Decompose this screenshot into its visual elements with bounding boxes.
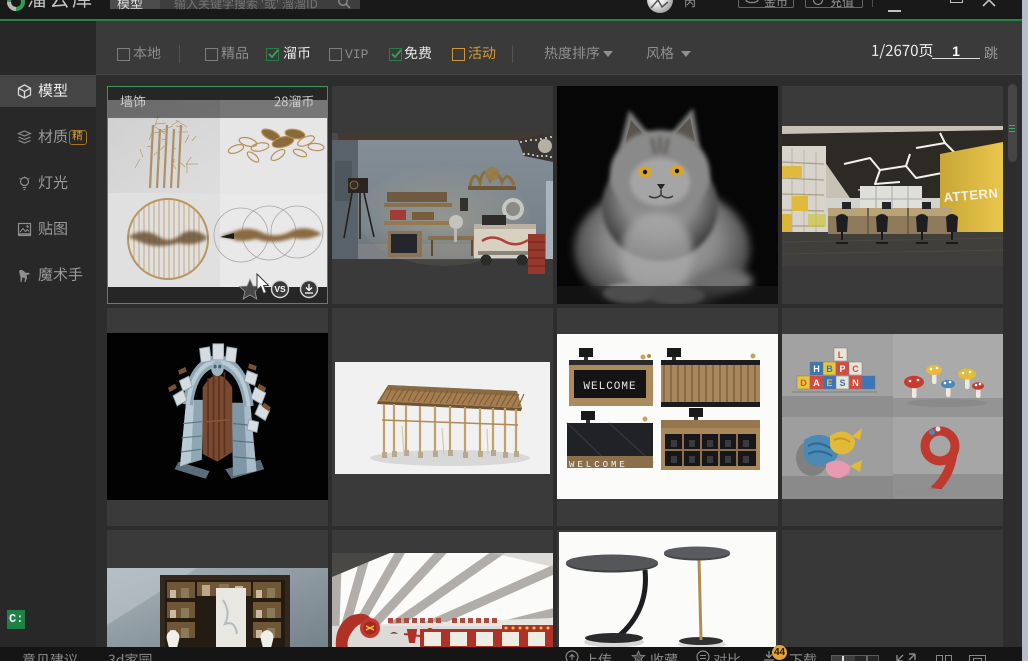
svg-text:WELCOME: WELCOME	[583, 381, 636, 393]
svg-text:WELCOME: WELCOME	[569, 460, 628, 470]
svg-text:B: B	[826, 364, 833, 374]
svg-text:C: C	[852, 364, 859, 374]
svg-text:E: E	[826, 378, 832, 388]
svg-text:D: D	[800, 378, 807, 388]
svg-text:L: L	[838, 350, 844, 360]
svg-text:VS: VS	[274, 284, 286, 294]
svg-text:S: S	[839, 378, 845, 388]
svg-text:A: A	[813, 378, 820, 388]
svg-text:N: N	[852, 378, 859, 388]
svg-text:H: H	[813, 364, 820, 374]
svg-text:P: P	[839, 364, 845, 374]
